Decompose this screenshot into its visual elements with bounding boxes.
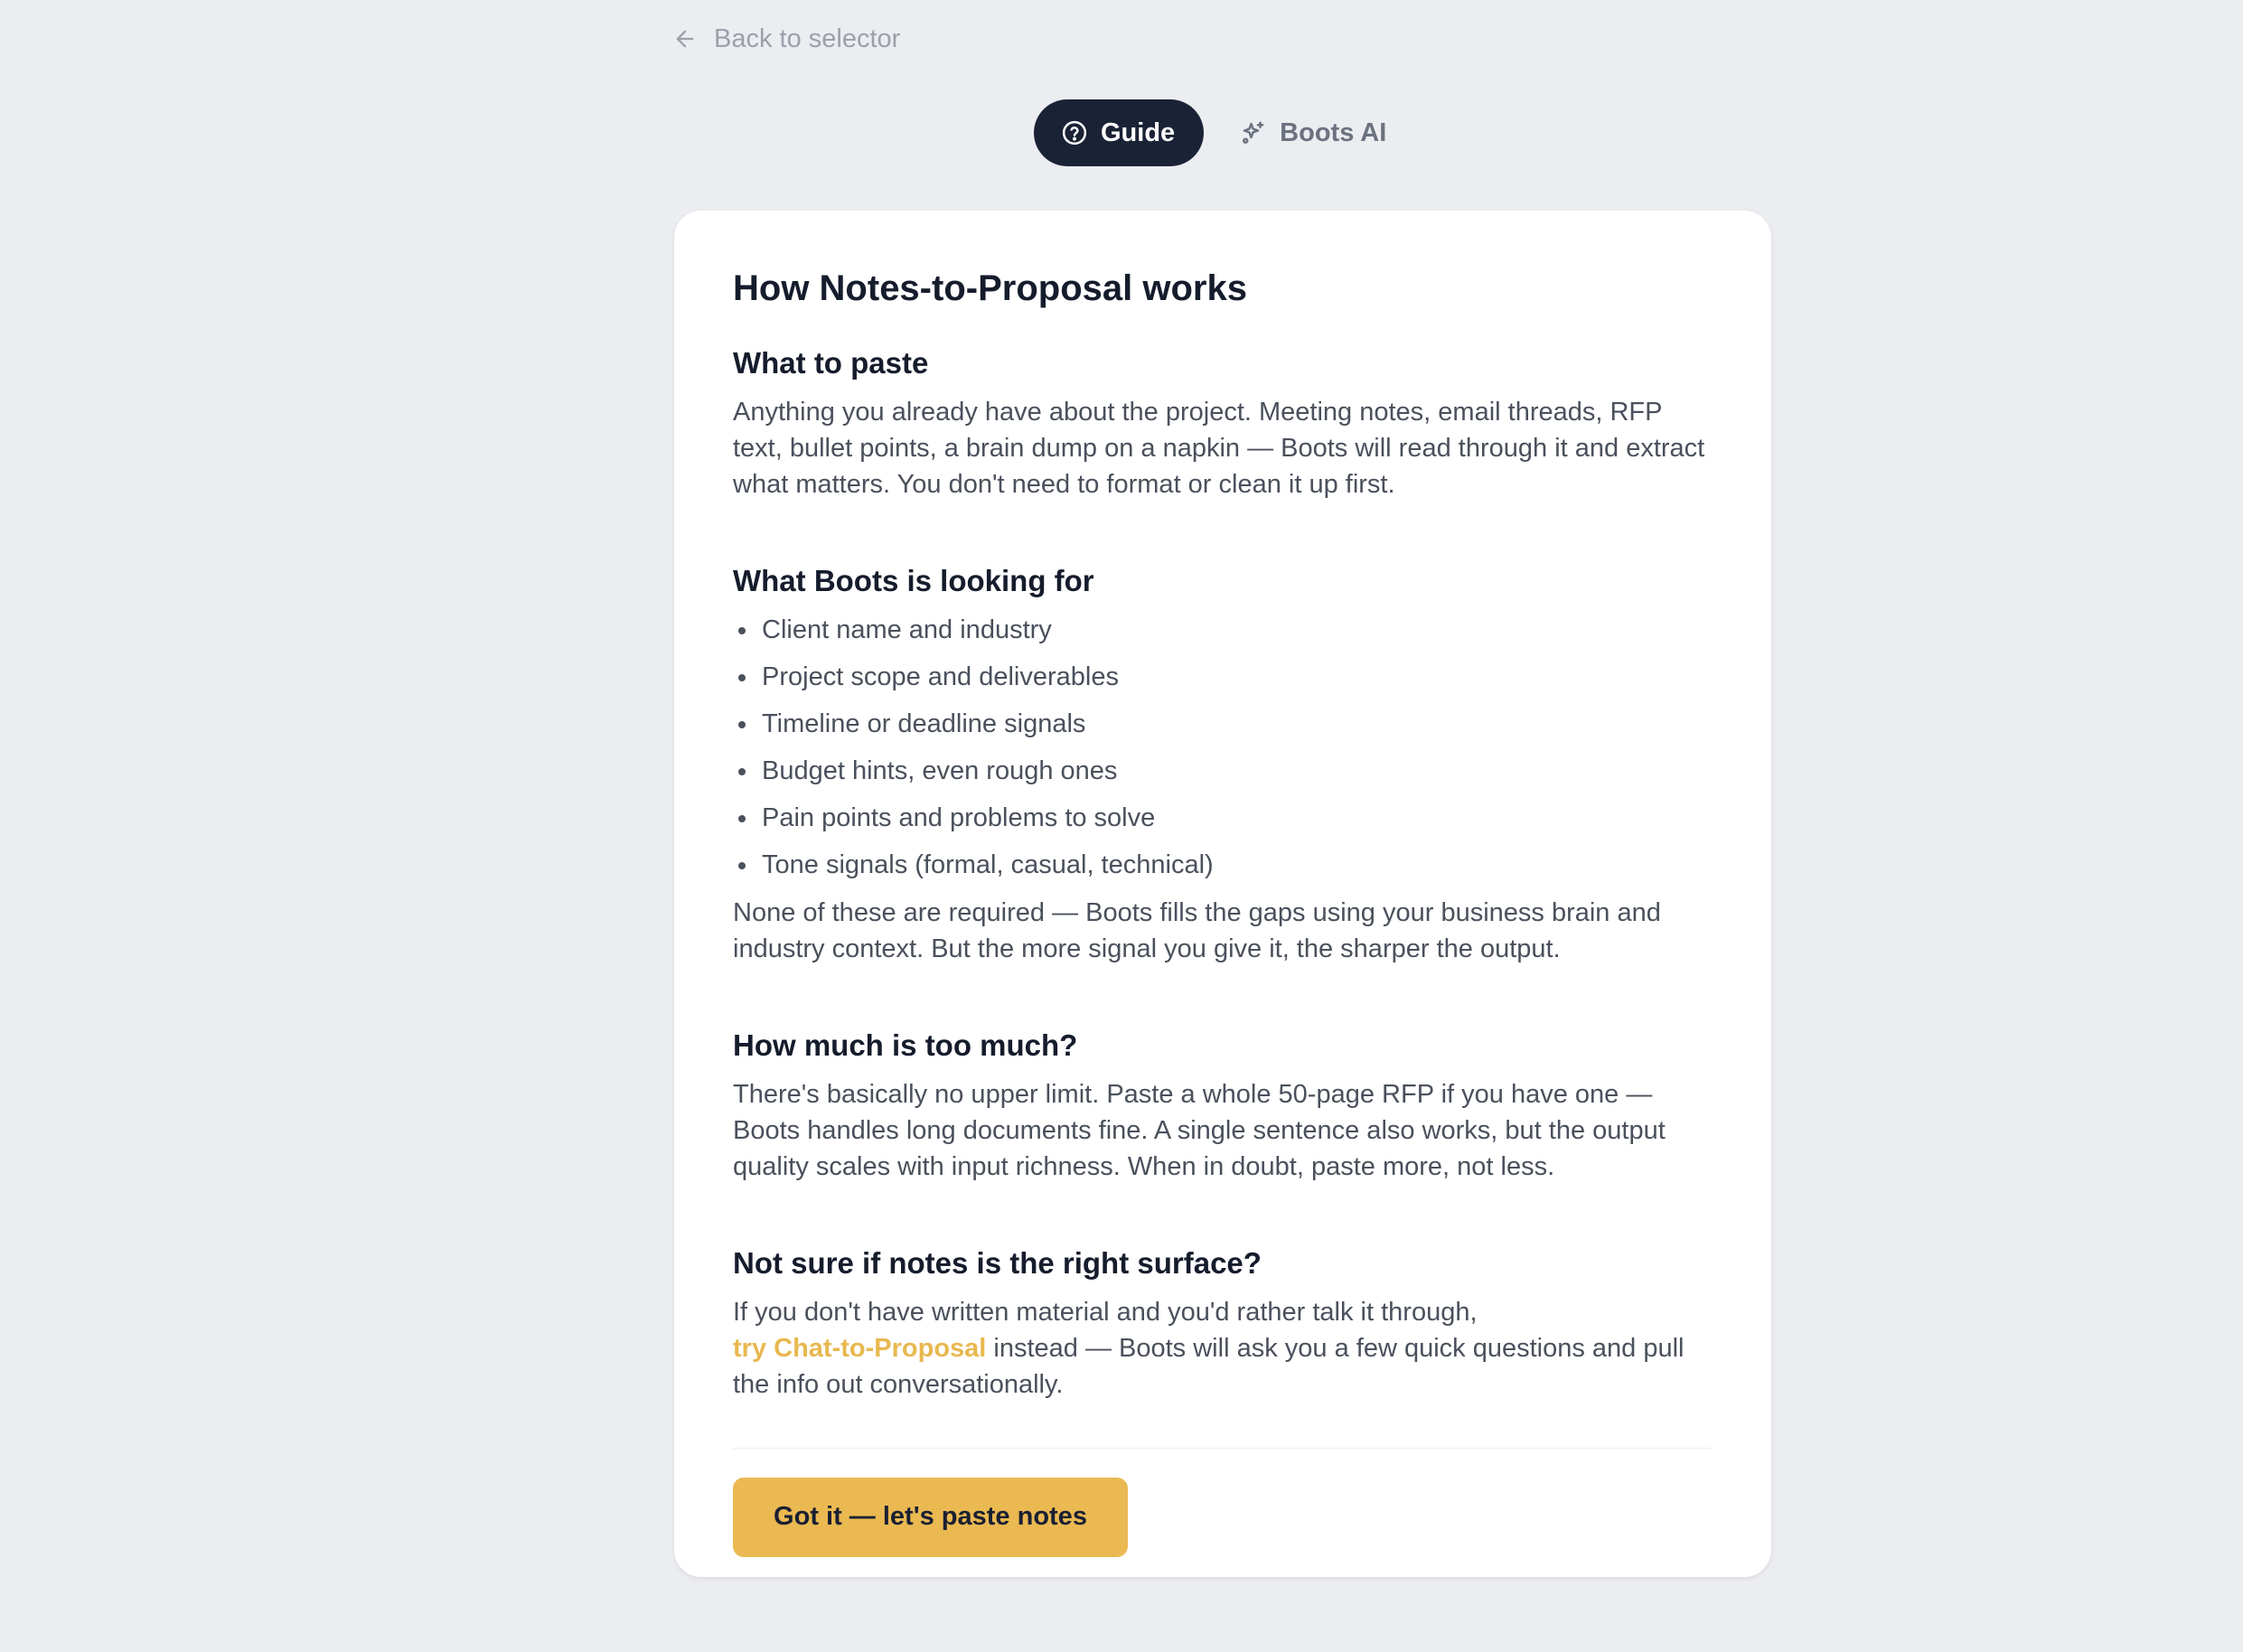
tab-boots-ai-label: Boots AI (1280, 117, 1387, 147)
list-item: Tone signals (formal, casual, technical) (733, 847, 1712, 883)
section-body: If you don't have written material and y… (733, 1294, 1712, 1403)
list-item: Timeline or deadline signals (733, 706, 1712, 742)
section-looking-for: What Boots is looking for Client name an… (733, 562, 1712, 967)
try-chat-to-proposal-link[interactable]: try Chat-to-Proposal (733, 1334, 986, 1363)
surface-body-intro: If you don't have written material and y… (733, 1297, 1478, 1327)
section-heading: Not sure if notes is the right surface? (733, 1245, 1262, 1280)
tab-boots-ai[interactable]: Boots AI (1231, 99, 1395, 166)
arrow-left-icon (676, 30, 694, 48)
question-circle-icon (1062, 120, 1087, 145)
guide-card: How Notes-to-Proposal works What to past… (674, 211, 1771, 1577)
list-item: Project scope and deliverables (733, 659, 1712, 695)
section-how-much: How much is too much? There's basically … (733, 1027, 1712, 1185)
tab-guide[interactable]: Guide (1034, 99, 1205, 166)
looking-for-list: Client name and industry Project scope a… (733, 612, 1712, 883)
divider (733, 1447, 1712, 1449)
tab-guide-label: Guide (1101, 117, 1176, 147)
paste-notes-button[interactable]: Got it — let's paste notes (733, 1477, 1128, 1557)
list-item: Budget hints, even rough ones (733, 753, 1712, 789)
section-heading: What Boots is looking for (733, 563, 1094, 597)
list-item: Pain points and problems to solve (733, 800, 1712, 836)
section-heading: What to paste (733, 346, 929, 380)
section-what-to-paste: What to paste Anything you already have … (733, 344, 1712, 502)
section-right-surface: Not sure if notes is the right surface? … (733, 1244, 1712, 1403)
back-link-label: Back to selector (714, 23, 901, 53)
sparkles-icon (1243, 121, 1264, 144)
back-to-selector-link[interactable]: Back to selector (672, 20, 900, 58)
section-body: There's basically no upper limit. Paste … (733, 1079, 1666, 1181)
list-item: Client name and industry (733, 612, 1712, 648)
section-footer: None of these are required — Boots fills… (733, 897, 1661, 963)
section-heading: How much is too much? (733, 1028, 1078, 1062)
mode-tabs: Guide Boots AI (1034, 99, 1395, 166)
guide-title: How Notes-to-Proposal works (733, 268, 1247, 308)
section-body: Anything you already have about the proj… (733, 397, 1705, 499)
